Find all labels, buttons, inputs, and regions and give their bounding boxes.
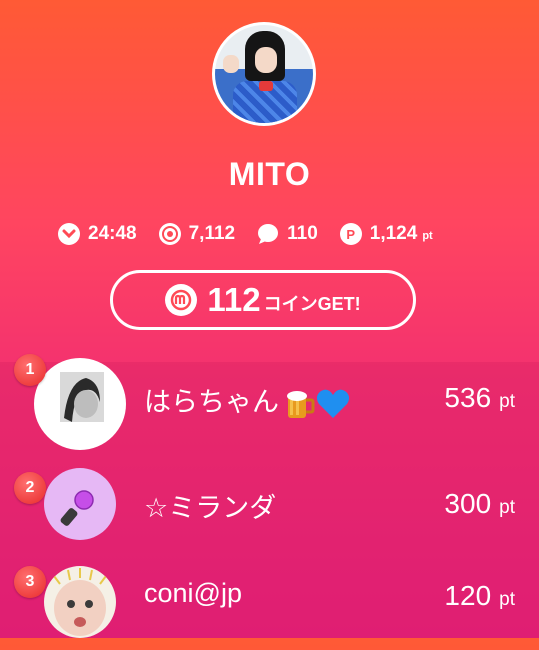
coin-m-icon (165, 284, 198, 316)
microphone-icon (60, 490, 94, 526)
stat-comments-value: 110 (287, 223, 318, 244)
user-avatar[interactable] (44, 566, 116, 638)
chevron-down-icon (58, 223, 80, 245)
coin-label: コインGET! (263, 294, 361, 314)
user-points: 120 pt (444, 580, 515, 612)
profile-avatar[interactable] (212, 22, 316, 126)
stat-views: 7,112 (158, 223, 236, 245)
profile-name: MITO (228, 156, 311, 192)
stat-points-value: 1,124 (369, 223, 418, 244)
ranking-row[interactable]: 1 はらちゃん 536 pt (0, 354, 539, 454)
coin-amount: 112 (207, 281, 261, 318)
user-points-value: 300 (444, 488, 492, 519)
rank-badge: 2 (14, 472, 46, 504)
user-points-value: 536 (444, 382, 492, 413)
profile-stats: 24:48 7,112 110 P 1,124 pt (58, 220, 433, 248)
user-name-text: はらちゃん (144, 387, 279, 417)
user-avatar[interactable] (34, 358, 126, 450)
ranking-row[interactable]: 3 coni@jp 120 pt (0, 558, 539, 650)
coin-get-button[interactable]: 112 コインGET! (110, 270, 416, 330)
stat-comments: 110 (257, 223, 318, 245)
blue-heart-icon (315, 386, 351, 422)
user-points: 300 pt (444, 488, 515, 520)
user-points: 536 pt (444, 382, 515, 414)
user-points-unit: pt (499, 391, 515, 412)
broadcast-icon (158, 223, 181, 245)
rank-badge: 1 (14, 354, 46, 386)
ranking-row[interactable]: 2 ☆ミランダ 300 pt (0, 462, 539, 554)
rank-badge: 3 (14, 566, 46, 598)
user-name: coni@jp (144, 578, 242, 608)
user-name: はらちゃん (144, 380, 351, 422)
point-p-icon: P (339, 223, 362, 245)
stat-points: P 1,124 pt (339, 223, 433, 245)
user-points-unit: pt (499, 497, 515, 518)
user-name: ☆ミランダ (144, 493, 277, 523)
speech-bubble-icon (257, 223, 279, 245)
stat-time: 24:48 (58, 223, 137, 245)
user-points-value: 120 (444, 580, 492, 611)
stat-views-value: 7,112 (188, 223, 236, 244)
user-avatar[interactable] (44, 468, 116, 540)
stat-time-value: 24:48 (88, 223, 137, 244)
ranking-list: 1 はらちゃん 536 pt 2 ☆ミランダ 300 pt 3 coni@jp … (0, 354, 539, 638)
user-points-unit: pt (499, 589, 515, 610)
profile-header: MITO 24:48 7,112 110 P 1,124 pt 112 コインG… (0, 0, 539, 362)
stat-points-unit: pt (422, 230, 433, 242)
beer-mug-icon (285, 388, 315, 420)
